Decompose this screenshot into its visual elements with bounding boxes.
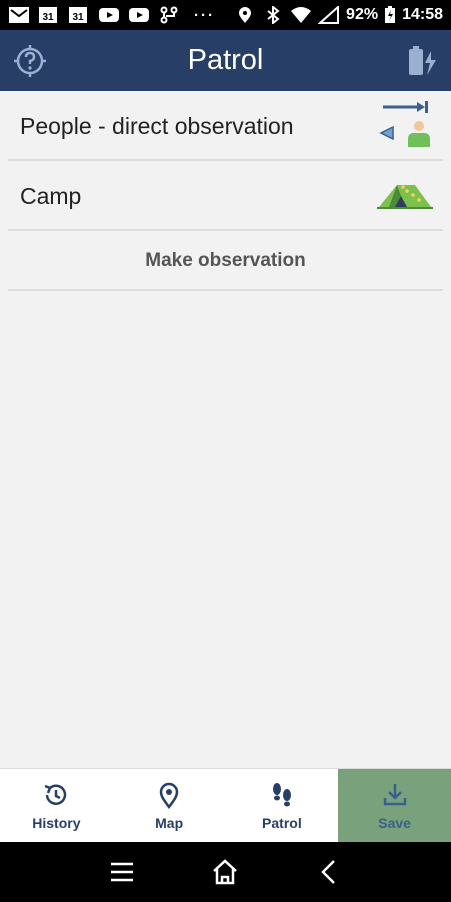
youtube-icon [129, 8, 149, 22]
history-icon [44, 783, 67, 805]
list-item[interactable]: Camp [0, 161, 451, 231]
battery-charging-icon[interactable] [403, 43, 439, 79]
page-title: Patrol [187, 44, 264, 76]
app-bar: Patrol [0, 30, 451, 91]
nav-map[interactable]: Map [113, 769, 226, 842]
make-observation-button[interactable]: Make observation [0, 231, 451, 291]
signal-icon [318, 6, 340, 24]
location-help-icon[interactable] [12, 43, 48, 79]
svg-text:31: 31 [42, 12, 54, 23]
battery-percent: 92% [346, 6, 379, 23]
list-item-label: People - direct observation [20, 112, 294, 139]
svg-text:31: 31 [72, 12, 84, 23]
bluetooth-icon [267, 6, 280, 24]
battery-icon [385, 6, 396, 23]
youtube-icon [99, 8, 119, 22]
list-item-label: Camp [20, 182, 82, 209]
mail-icon [9, 7, 29, 23]
nav-patrol[interactable]: Patrol [226, 769, 339, 842]
calendar-icon: 31 [69, 7, 87, 23]
overflow-dots: ··· [194, 6, 215, 24]
location-icon [239, 7, 252, 23]
nav-label: Save [378, 814, 411, 831]
clock: 14:58 [402, 6, 443, 23]
tree-icon [160, 6, 178, 24]
nav-save[interactable]: Save [338, 769, 451, 842]
nav-label: Map [155, 814, 184, 831]
system-nav-bar [0, 842, 451, 902]
menu-icon[interactable] [107, 857, 137, 887]
footprints-icon [272, 782, 291, 806]
download-icon [383, 783, 406, 805]
home-icon[interactable] [210, 857, 240, 887]
back-icon[interactable] [314, 857, 344, 887]
nav-history[interactable]: History [0, 769, 113, 842]
tent-icon [377, 185, 433, 209]
nav-label: Patrol [262, 814, 302, 831]
list-item[interactable]: People - direct observation [0, 91, 451, 161]
wifi-icon [291, 7, 312, 23]
status-bar: 31 31 ··· 92% 14:58 [0, 0, 451, 30]
people-observation-icon [379, 101, 430, 147]
nav-label: History [32, 814, 81, 831]
make-observation-label: Make observation [145, 250, 306, 271]
calendar-icon: 31 [39, 7, 57, 23]
map-pin-icon [159, 782, 179, 809]
observation-list: People - direct observation Camp Make ob… [0, 91, 451, 291]
divider [8, 289, 443, 291]
bottom-nav: History Map Patrol Save [0, 768, 451, 842]
